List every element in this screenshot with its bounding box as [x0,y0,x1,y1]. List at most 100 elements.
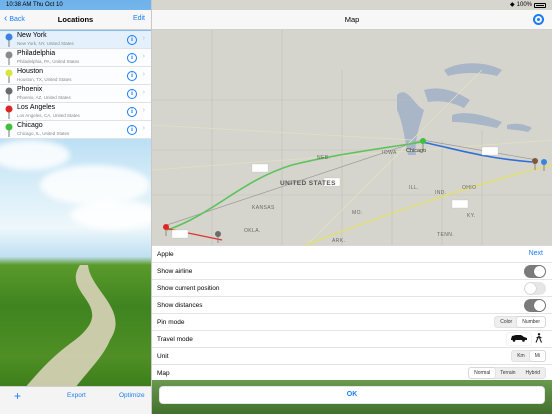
travel-mode-segmented-control [507,333,546,345]
battery-indicator: ◆ 100% [510,0,546,10]
map-panel: Map NEB. IOWA UNITED STATES ILL. IND. OH… [152,0,552,414]
map-label: UNITED STATES [280,180,336,187]
toggle-knob [534,266,545,277]
wifi-icon: ◆ [510,2,515,8]
info-icon[interactable]: i [127,35,137,45]
map-label: IOWA [382,150,397,156]
show-airline-row: Show airline [152,263,552,280]
map-label: Chicago [406,148,427,154]
location-row[interactable]: Los Angeles Los Angeles, CA, United State… [0,103,151,121]
unit-label: Unit [157,353,169,360]
info-icon[interactable]: i [127,125,137,135]
pin-mode-segmented-control: Color Number [494,316,546,328]
walk-icon[interactable] [531,333,546,345]
map-label: ILL. [409,185,419,191]
map-view[interactable] [152,30,552,250]
map-pin-icon [5,123,13,137]
location-address: Phoenix, AZ, United States [17,95,71,100]
location-row[interactable]: Houston Houston, TX, United States i › [0,67,151,85]
optimize-button[interactable]: Optimize [119,392,145,399]
pin-mode-number-option[interactable]: Number [517,317,545,327]
chevron-right-icon: › [142,35,145,42]
map-pin-icon [5,33,13,47]
show-current-position-label: Show current position [157,285,220,292]
show-distances-toggle[interactable] [524,299,546,312]
locations-panel: ‹ Back Locations Edit New York New York, … [0,0,151,414]
map-label: OHIO [462,185,477,191]
pin-mode-color-option[interactable]: Color [495,317,517,327]
show-airline-toggle[interactable] [524,265,546,278]
settings-sheet: Apple Next Show airline Show current pos… [152,245,552,414]
battery-percent: 100% [516,2,532,8]
map-type-terrain-option[interactable]: Terrain [495,368,520,378]
unit-segmented-control: Km Mi [511,350,546,362]
location-address: Chicago, IL, United States [17,131,70,136]
location-address: Philadelphia, PA, United States [17,59,80,64]
car-icon[interactable] [507,333,531,345]
plus-icon[interactable]: + [14,389,21,403]
map-type-normal-option[interactable]: Normal [469,368,496,378]
show-current-position-toggle[interactable] [524,282,546,295]
map-label: IND. [435,190,447,196]
locations-header: ‹ Back Locations Edit [0,10,151,30]
location-address: Houston, TX, United States [17,77,72,82]
locations-toolbar: + Export Optimize [0,386,151,414]
map-label: NEB. [317,155,331,161]
map-pin-icon [5,69,13,83]
show-airline-label: Show airline [157,268,193,275]
cloud-decoration [40,165,150,205]
location-name: Chicago [17,122,43,129]
map-type-hybrid-option[interactable]: Hybrid [521,368,545,378]
location-row[interactable]: Chicago Chicago, IL, United States i › [0,121,151,139]
split-divider[interactable] [151,0,152,414]
map-pin-icon [5,105,13,119]
map-label: OKLA. [244,228,261,234]
chevron-right-icon: › [142,125,145,132]
show-current-position-row: Show current position [152,280,552,297]
show-distances-row: Show distances [152,297,552,314]
map-label: MO. [352,210,363,216]
chevron-right-icon: › [142,53,145,60]
location-row[interactable]: Philadelphia Philadelphia, PA, United Sta… [0,49,151,67]
chevron-right-icon: › [142,89,145,96]
status-time: 10:38 AM [6,2,32,8]
map-provider-label: Apple [157,251,174,258]
toggle-knob [525,283,536,294]
export-button[interactable]: Export [67,392,86,399]
map-label: ARK. [332,238,346,244]
travel-mode-label: Travel mode [157,336,193,343]
location-name: Los Angeles [17,104,56,111]
ok-button[interactable]: OK [159,386,545,404]
map-type-label: Map [157,370,170,377]
location-name: Phoenix [17,86,43,93]
info-icon[interactable]: i [127,71,137,81]
show-distances-label: Show distances [157,302,203,309]
toggle-knob [534,300,545,311]
map-label: KY. [467,213,476,219]
location-address: Los Angeles, CA, United States [17,113,80,118]
info-icon[interactable]: i [127,53,137,63]
status-day: Thu Oct 10 [33,2,63,8]
gear-icon[interactable] [533,14,544,25]
location-row[interactable]: Phoenix Phoenix, AZ, United States i › [0,85,151,103]
battery-icon [534,2,546,8]
location-row[interactable]: New York New York, NY, United States i › [0,31,151,49]
location-list: New York New York, NY, United States i › Phi… [0,31,151,139]
next-button[interactable]: Next [529,250,543,257]
location-address: New York, NY, United States [17,41,74,46]
location-name: New York [17,32,47,39]
info-icon[interactable]: i [127,107,137,117]
unit-km-option[interactable]: Km [512,351,530,361]
unit-mi-option[interactable]: Mi [529,351,545,361]
map-provider-row[interactable]: Apple Next [152,246,552,263]
chevron-right-icon: › [142,107,145,114]
map-label: TENN. [437,232,454,238]
info-icon[interactable]: i [127,89,137,99]
cloud-decoration [70,200,151,230]
map-pin-icon [5,51,13,65]
map-pin-icon [5,87,13,101]
edit-button[interactable]: Edit [133,15,145,22]
cloud-decoration [0,140,70,170]
app-screen: 10:38 AM Thu Oct 10 ◆ 100% ‹ Back Locati… [0,0,552,414]
status-bar: 10:38 AM Thu Oct 10 ◆ 100% [0,0,552,10]
